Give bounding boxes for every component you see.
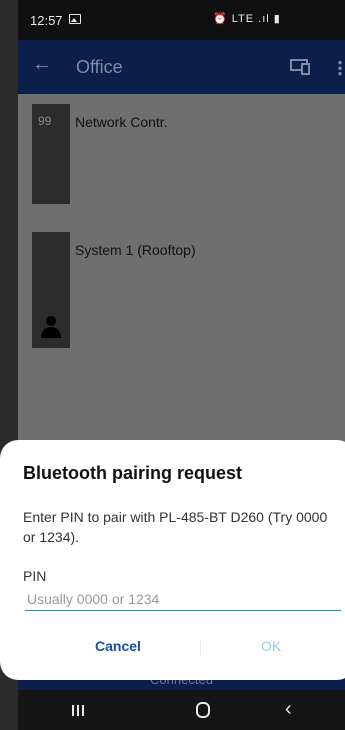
gallery-notification-icon [69, 14, 81, 24]
bluetooth-pairing-dialog: Bluetooth pairing request Enter PIN to p… [0, 440, 345, 680]
cancel-button[interactable]: Cancel [95, 638, 141, 654]
app-bar: ← Office [18, 40, 345, 94]
more-vert-icon[interactable] [338, 60, 342, 76]
status-time: 12:57 [30, 13, 63, 28]
back-arrow-icon[interactable]: ← [32, 54, 52, 74]
dialog-message: Enter PIN to pair with PL-485-BT D260 (T… [23, 509, 328, 545]
device-name-network-controller[interactable]: Network Contr. [75, 114, 168, 130]
device-tile-system-1[interactable] [32, 232, 70, 348]
nav-back-icon[interactable]: ‹ [285, 698, 292, 721]
page-title: Office [76, 57, 123, 77]
devices-icon[interactable] [290, 59, 310, 75]
ok-button[interactable]: OK [261, 638, 281, 654]
status-icons: ⏰ LTE .ıl ▮ [213, 13, 281, 25]
person-icon [40, 316, 62, 338]
device-number: 99 [38, 114, 52, 128]
device-tile-network-controller[interactable]: 99 [32, 104, 70, 204]
home-icon[interactable] [196, 702, 210, 718]
dialog-title: Bluetooth pairing request [23, 463, 243, 483]
system-nav-bar: ‹ [18, 690, 345, 730]
device-name-system-1[interactable]: System 1 (Rooftop) [75, 242, 196, 258]
recents-icon[interactable] [72, 705, 84, 716]
button-divider [200, 640, 201, 656]
pin-input[interactable] [25, 587, 341, 611]
status-bar: 12:57 ⏰ LTE .ıl ▮ [18, 0, 345, 40]
pin-label: PIN [23, 568, 47, 584]
